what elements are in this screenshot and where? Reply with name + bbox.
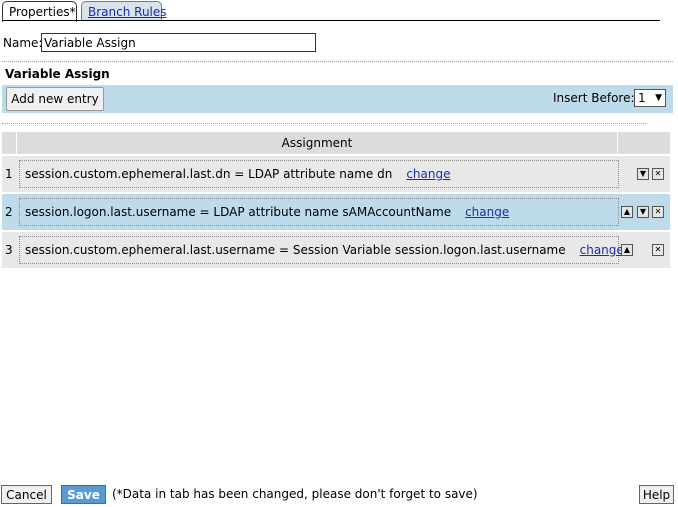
tab-branch-rules-label[interactable]: Branch Rules <box>88 5 167 19</box>
close-icon[interactable]: ✕ <box>652 168 664 180</box>
assignment-cell: session.custom.ephemeral.last.username =… <box>19 236 624 264</box>
assignment-text: session.custom.ephemeral.last.dn = LDAP … <box>25 167 393 181</box>
table-row[interactable]: 1 session.custom.ephemeral.last.dn = LDA… <box>2 156 670 192</box>
table-header-assignment: Assignment <box>17 132 617 154</box>
section-title: Variable Assign <box>5 67 110 81</box>
assignment-cell: session.logon.last.username = LDAP attri… <box>19 198 619 226</box>
tab-properties-label: Properties* <box>9 5 76 19</box>
change-link[interactable]: change <box>465 205 509 219</box>
row-index: 2 <box>5 205 13 219</box>
name-input[interactable] <box>41 33 316 52</box>
row-index: 1 <box>5 167 13 181</box>
close-icon[interactable]: ✕ <box>652 206 664 218</box>
cancel-button[interactable]: Cancel <box>1 485 52 504</box>
assignment-text: session.custom.ephemeral.last.username =… <box>25 243 566 257</box>
tab-branch-rules[interactable]: Branch Rules <box>81 1 167 20</box>
arrow-down-icon[interactable]: ▼ <box>637 206 649 218</box>
save-button[interactable]: Save <box>61 485 106 504</box>
table-row[interactable]: 2 session.logon.last.username = LDAP att… <box>2 194 670 230</box>
change-link[interactable]: change <box>406 167 450 181</box>
arrow-up-icon[interactable]: ▲ <box>621 244 633 256</box>
arrow-up-icon[interactable]: ▲ <box>621 206 633 218</box>
table-header-index <box>2 132 16 154</box>
row-index: 3 <box>5 243 13 257</box>
table-header-actions <box>618 132 670 154</box>
unsaved-changes-note: (*Data in tab has been changed, please d… <box>112 487 478 501</box>
name-label: Name: <box>3 36 43 50</box>
help-button[interactable]: Help <box>639 485 674 504</box>
table-row[interactable]: 3 session.custom.ephemeral.last.username… <box>2 232 670 268</box>
assignment-cell: session.custom.ephemeral.last.dn = LDAP … <box>19 160 619 188</box>
assignment-text: session.logon.last.username = LDAP attri… <box>25 205 452 219</box>
insert-before-label: Insert Before: <box>553 91 635 105</box>
close-icon[interactable]: ✕ <box>652 244 664 256</box>
tab-properties[interactable]: Properties* <box>2 1 77 22</box>
entry-toolbar: Add new entry Insert Before: 1 ▼ <box>2 85 673 113</box>
divider <box>2 123 646 124</box>
tab-divider <box>2 20 660 21</box>
arrow-down-icon[interactable]: ▼ <box>637 168 649 180</box>
insert-before-select[interactable]: 1 ▼ <box>634 89 666 107</box>
add-new-entry-button[interactable]: Add new entry <box>6 87 104 111</box>
chevron-down-icon: ▼ <box>655 93 662 103</box>
change-link[interactable]: change <box>580 243 624 257</box>
divider <box>2 61 673 62</box>
insert-before-value: 1 <box>638 91 646 105</box>
